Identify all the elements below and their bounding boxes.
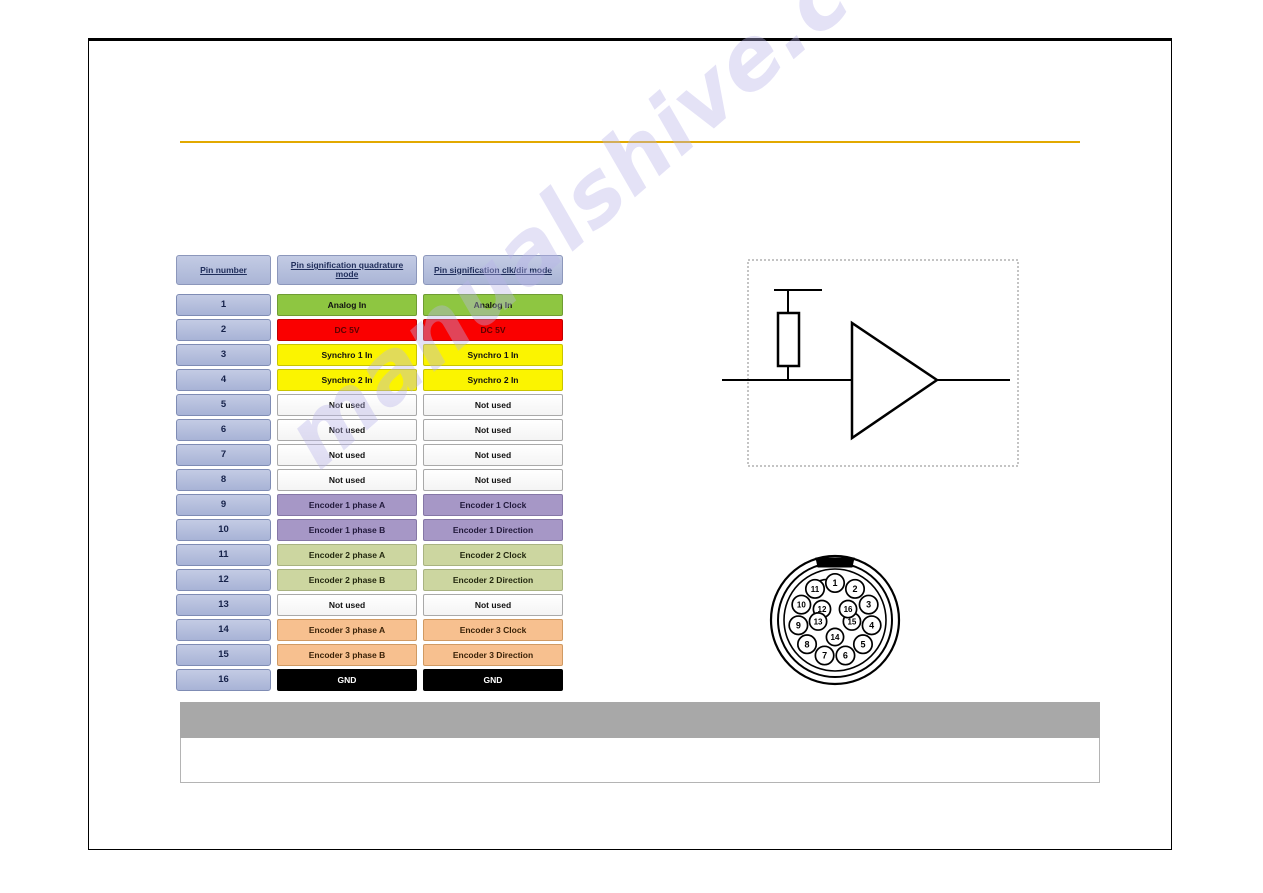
clkdir-signal-cell: Encoder 1 Clock: [423, 494, 563, 516]
quadrature-signal-cell: Not used: [277, 394, 417, 416]
header-clk-dir-mode: Pin signification clk/dir mode: [423, 255, 563, 285]
connector-pin-label-14: 14: [831, 633, 840, 642]
connector-pin-label-3: 3: [866, 600, 871, 610]
pin-number-cell: 2: [176, 319, 271, 341]
table-row: 8 Not used Not used: [176, 469, 563, 494]
pin-number-cell: 7: [176, 444, 271, 466]
pin-number-cell: 16: [176, 669, 271, 691]
connector-pin-label-6: 6: [843, 651, 848, 661]
pin-number-cell: 12: [176, 569, 271, 591]
clkdir-signal-cell: Not used: [423, 594, 563, 616]
connector-pin-label-8: 8: [805, 639, 810, 649]
clkdir-signal-cell: Encoder 3 Direction: [423, 644, 563, 666]
header-quadrature-mode-label: Pin signification quadrature mode: [290, 260, 404, 279]
connector-pin-label-11: 11: [811, 585, 820, 594]
clkdir-signal-cell: Not used: [423, 469, 563, 491]
table-row: 10 Encoder 1 phase B Encoder 1 Direction: [176, 519, 563, 544]
header-clk-dir-mode-label: Pin signification clk/dir mode: [433, 264, 553, 275]
connector-key-notch: [815, 557, 855, 568]
quadrature-signal-cell: Not used: [277, 444, 417, 466]
clkdir-signal-cell: Not used: [423, 444, 563, 466]
table-row: 16 GND GND: [176, 669, 563, 694]
quadrature-signal-cell: Synchro 1 In: [277, 344, 417, 366]
table-header-row: Pin number Pin signification quadrature …: [176, 255, 563, 285]
quadrature-signal-cell: GND: [277, 669, 417, 691]
bottom-panel-bar: [180, 702, 1100, 738]
connector-pinout-diagram: 1 2 3 4 5 6 7 8 9 10 11 12 13 14 15 16: [763, 553, 908, 688]
input-circuit-diagram: [722, 248, 1032, 488]
quadrature-signal-cell: Encoder 1 phase A: [277, 494, 417, 516]
clkdir-signal-cell: Not used: [423, 394, 563, 416]
connector-pin-label-7: 7: [822, 651, 827, 661]
quadrature-signal-cell: Encoder 2 phase B: [277, 569, 417, 591]
pin-number-cell: 1: [176, 294, 271, 316]
table-row: 14 Encoder 3 phase A Encoder 3 Clock: [176, 619, 563, 644]
table-row: 2 DC 5V DC 5V: [176, 319, 563, 344]
connector-pin-label-9: 9: [796, 620, 801, 630]
pin-number-cell: 14: [176, 619, 271, 641]
table-row: 5 Not used Not used: [176, 394, 563, 419]
quadrature-signal-cell: Encoder 1 phase B: [277, 519, 417, 541]
pin-assignment-table: Pin number Pin signification quadrature …: [176, 255, 563, 694]
clkdir-signal-cell: Encoder 1 Direction: [423, 519, 563, 541]
clkdir-signal-cell: Encoder 3 Clock: [423, 619, 563, 641]
quadrature-signal-cell: Analog In: [277, 294, 417, 316]
connector-pin-label-10: 10: [797, 601, 806, 610]
clkdir-signal-cell: Encoder 2 Direction: [423, 569, 563, 591]
clkdir-signal-cell: Analog In: [423, 294, 563, 316]
table-row: 1 Analog In Analog In: [176, 294, 563, 319]
connector-svg: 12345678910111213141516: [769, 554, 901, 686]
table-row: 9 Encoder 1 phase A Encoder 1 Clock: [176, 494, 563, 519]
clkdir-signal-cell: Synchro 1 In: [423, 344, 563, 366]
pin-number-cell: 4: [176, 369, 271, 391]
connector-pin-label-15: 15: [847, 618, 856, 627]
pin-number-cell: 9: [176, 494, 271, 516]
header-pin-number-label: Pin number: [200, 264, 247, 275]
clkdir-signal-cell: Encoder 2 Clock: [423, 544, 563, 566]
pin-number-cell: 11: [176, 544, 271, 566]
table-row: 7 Not used Not used: [176, 444, 563, 469]
clkdir-signal-cell: Synchro 2 In: [423, 369, 563, 391]
clkdir-signal-cell: Not used: [423, 419, 563, 441]
connector-pin-label-13: 13: [814, 618, 823, 627]
pin-number-cell: 10: [176, 519, 271, 541]
quadrature-signal-cell: Not used: [277, 469, 417, 491]
pin-number-cell: 8: [176, 469, 271, 491]
header-quadrature-mode: Pin signification quadrature mode: [277, 255, 417, 285]
header-pin-number: Pin number: [176, 255, 271, 285]
connector-pin-label-5: 5: [860, 639, 865, 649]
connector-pin-label-16: 16: [844, 605, 853, 614]
clkdir-signal-cell: GND: [423, 669, 563, 691]
table-body: 1 Analog In Analog In 2 DC 5V DC 5V 3 Synchro 1…: [176, 294, 563, 694]
bottom-panel: [180, 702, 1100, 783]
connector-pin-label-1: 1: [832, 578, 837, 588]
quadrature-signal-cell: DC 5V: [277, 319, 417, 341]
quadrature-signal-cell: Encoder 2 phase A: [277, 544, 417, 566]
quadrature-signal-cell: Not used: [277, 419, 417, 441]
pin-number-cell: 3: [176, 344, 271, 366]
connector-pin-label-4: 4: [869, 620, 874, 630]
pin-number-cell: 5: [176, 394, 271, 416]
pin-number-cell: 13: [176, 594, 271, 616]
buffer-amplifier: [850, 320, 940, 441]
table-row: 15 Encoder 3 phase B Encoder 3 Direction: [176, 644, 563, 669]
pull-up-resistor: [776, 311, 801, 368]
accent-rule: [180, 141, 1080, 143]
bottom-panel-body: [180, 738, 1100, 783]
table-row: 4 Synchro 2 In Synchro 2 In: [176, 369, 563, 394]
connector-pin-label-2: 2: [852, 584, 857, 594]
clkdir-signal-cell: DC 5V: [423, 319, 563, 341]
pin-number-cell: 15: [176, 644, 271, 666]
quadrature-signal-cell: Encoder 3 phase A: [277, 619, 417, 641]
quadrature-signal-cell: Synchro 2 In: [277, 369, 417, 391]
quadrature-signal-cell: Not used: [277, 594, 417, 616]
table-row: 6 Not used Not used: [176, 419, 563, 444]
table-row: 11 Encoder 2 phase A Encoder 2 Clock: [176, 544, 563, 569]
table-row: 13 Not used Not used: [176, 594, 563, 619]
circuit-svg: [722, 259, 1019, 467]
table-row: 12 Encoder 2 phase B Encoder 2 Direction: [176, 569, 563, 594]
quadrature-signal-cell: Encoder 3 phase B: [277, 644, 417, 666]
table-row: 3 Synchro 1 In Synchro 1 In: [176, 344, 563, 369]
pin-number-cell: 6: [176, 419, 271, 441]
